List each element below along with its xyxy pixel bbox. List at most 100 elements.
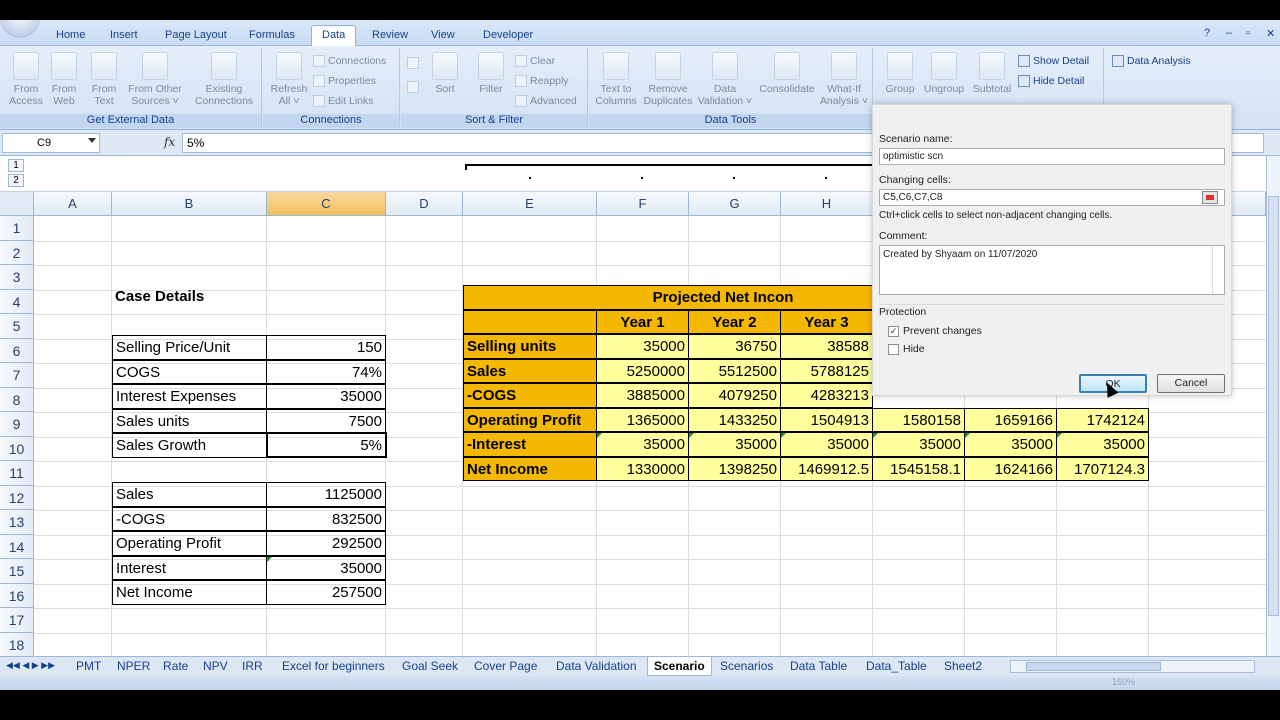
row-header-2[interactable]: 2 bbox=[0, 240, 34, 265]
projection-cell[interactable]: 4079250 bbox=[688, 383, 781, 408]
column-header-b[interactable]: B bbox=[112, 192, 267, 216]
advanced-button[interactable]: Advanced bbox=[515, 92, 577, 110]
column-header-f[interactable]: F bbox=[597, 192, 689, 216]
projection-row-label[interactable]: Sales bbox=[463, 358, 597, 383]
input-label[interactable]: COGS bbox=[112, 359, 267, 384]
row-header-9[interactable]: 9 bbox=[0, 412, 34, 437]
properties-button[interactable]: Properties bbox=[313, 72, 376, 90]
sheet-tab[interactable]: Cover Page bbox=[468, 657, 543, 676]
row-header-15[interactable]: 15 bbox=[0, 559, 34, 584]
projection-cell[interactable]: 35000 bbox=[780, 432, 873, 457]
changing-cells-input[interactable]: C5,C6,C7,C8 bbox=[879, 189, 1225, 206]
row-header-13[interactable]: 13 bbox=[0, 510, 34, 535]
result-label[interactable]: Net Income bbox=[112, 580, 267, 605]
tab-view[interactable]: View bbox=[421, 26, 465, 46]
restore-icon[interactable]: ▫ bbox=[1246, 27, 1250, 39]
sheet-tab-active[interactable]: Scenario bbox=[647, 657, 712, 676]
row-header-1[interactable]: 1 bbox=[0, 216, 34, 241]
projection-cell[interactable]: 1365000 bbox=[596, 407, 689, 432]
minimize-icon[interactable]: – bbox=[1226, 27, 1232, 39]
result-label[interactable]: Operating Profit bbox=[112, 531, 267, 556]
close-icon[interactable]: ✕ bbox=[1266, 27, 1275, 40]
connections-button[interactable]: Connections bbox=[313, 52, 386, 70]
result-label[interactable]: Interest bbox=[112, 555, 267, 580]
row-header-7[interactable]: 7 bbox=[0, 363, 34, 388]
projection-cell[interactable]: 35000 bbox=[872, 432, 965, 457]
projection-cell[interactable]: 1398250 bbox=[688, 456, 781, 481]
projection-row-label[interactable]: Selling units bbox=[463, 334, 597, 359]
insert-function-icon[interactable]: fx bbox=[164, 135, 175, 149]
result-value[interactable]: 832500 bbox=[266, 506, 386, 531]
input-label[interactable]: Sales Growth bbox=[112, 433, 267, 458]
what-if-analysis-button[interactable]: What-If Analysis ˅ bbox=[819, 52, 869, 107]
tab-review[interactable]: Review bbox=[362, 26, 418, 46]
result-value[interactable]: 292500 bbox=[266, 531, 386, 556]
projection-row-label[interactable]: -Interest bbox=[463, 432, 597, 457]
text-to-columns-button[interactable]: Text to Columns bbox=[593, 52, 639, 107]
year-header[interactable]: Year 2 bbox=[688, 309, 781, 334]
name-box[interactable]: C9 bbox=[2, 133, 100, 153]
show-detail-button[interactable]: Show Detail bbox=[1018, 52, 1089, 70]
from-text-button[interactable]: From Text bbox=[86, 52, 122, 107]
checkbox-icon[interactable] bbox=[888, 343, 899, 355]
projection-cell[interactable]: 1469912.5 bbox=[780, 456, 873, 481]
row-header-12[interactable]: 12 bbox=[0, 485, 34, 510]
scroll-thumb[interactable] bbox=[1268, 196, 1279, 616]
projection-cell[interactable]: 5512500 bbox=[688, 358, 781, 383]
row-header-17[interactable]: 17 bbox=[0, 608, 34, 633]
filter-button[interactable]: Filter bbox=[475, 52, 507, 95]
projection-cell[interactable]: 1742124 bbox=[1056, 407, 1149, 432]
row-header-6[interactable]: 6 bbox=[0, 338, 34, 363]
row-header-3[interactable]: 3 bbox=[0, 265, 34, 290]
tab-formulas[interactable]: Formulas bbox=[239, 26, 305, 46]
sheet-tab[interactable]: Data Validation bbox=[550, 657, 643, 676]
hide-checkbox[interactable]: Hide bbox=[888, 343, 925, 355]
projection-cell[interactable]: 1624166 bbox=[964, 456, 1057, 481]
row-header-4[interactable]: 4 bbox=[0, 289, 34, 314]
cancel-button[interactable]: Cancel bbox=[1157, 374, 1225, 393]
collapse-dialog-icon[interactable] bbox=[1202, 191, 1218, 204]
column-header-g[interactable]: G bbox=[689, 192, 781, 216]
input-label[interactable]: Selling Price/Unit bbox=[112, 335, 267, 360]
row-header-10[interactable]: 10 bbox=[0, 436, 34, 461]
group-button[interactable]: Group bbox=[880, 52, 920, 95]
ungroup-button[interactable]: Ungroup bbox=[920, 52, 968, 95]
tab-home[interactable]: Home bbox=[46, 26, 95, 46]
projection-row-label[interactable]: -COGS bbox=[463, 383, 597, 408]
projection-cell[interactable]: 35000 bbox=[964, 432, 1057, 457]
outline-level-2[interactable]: 2 bbox=[8, 174, 24, 187]
hide-detail-button[interactable]: Hide Detail bbox=[1018, 72, 1084, 90]
projection-title[interactable]: Projected Net Incon bbox=[463, 285, 873, 310]
result-label[interactable]: -COGS bbox=[112, 506, 267, 531]
projection-cell[interactable]: 35000 bbox=[596, 334, 689, 359]
scenario-name-input[interactable]: optimistic scn bbox=[879, 148, 1225, 165]
sheet-tab[interactable]: Sheet2 bbox=[938, 657, 988, 676]
from-web-button[interactable]: From Web bbox=[46, 52, 82, 107]
column-header-c[interactable]: C bbox=[267, 192, 386, 216]
projection-cell[interactable]: 38588 bbox=[780, 334, 873, 359]
tab-page-layout[interactable]: Page Layout bbox=[155, 26, 237, 46]
projection-cell[interactable]: 3885000 bbox=[596, 383, 689, 408]
projection-cell[interactable]: 5250000 bbox=[596, 358, 689, 383]
input-value[interactable]: 150 bbox=[266, 335, 386, 360]
column-header-d[interactable]: D bbox=[386, 192, 463, 216]
column-header-h[interactable]: H bbox=[781, 192, 873, 216]
projection-cell[interactable]: 1580158 bbox=[872, 407, 965, 432]
sheet-tab[interactable]: Scenarios bbox=[714, 657, 779, 676]
row-header-11[interactable]: 11 bbox=[0, 461, 34, 486]
year-header[interactable]: Year 3 bbox=[780, 309, 873, 334]
row-header-8[interactable]: 8 bbox=[0, 387, 34, 412]
result-value[interactable]: 257500 bbox=[266, 580, 386, 605]
outline-level-1[interactable]: 1 bbox=[8, 159, 24, 172]
from-other-sources-button[interactable]: From Other Sources ˅ bbox=[124, 52, 186, 107]
data-analysis-button[interactable]: Data Analysis bbox=[1112, 52, 1191, 70]
projection-cell[interactable]: 1330000 bbox=[596, 456, 689, 481]
input-value[interactable]: 74% bbox=[266, 359, 386, 384]
remove-duplicates-button[interactable]: Remove Duplicates bbox=[641, 52, 695, 107]
result-value[interactable]: 1125000 bbox=[266, 482, 386, 507]
tab-insert[interactable]: Insert bbox=[100, 26, 148, 46]
sheet-tab[interactable]: Data_Table bbox=[860, 657, 933, 676]
projection-cell[interactable]: 36750 bbox=[688, 334, 781, 359]
column-header-e[interactable]: E bbox=[463, 192, 597, 216]
sort-za-button[interactable] bbox=[407, 78, 419, 96]
